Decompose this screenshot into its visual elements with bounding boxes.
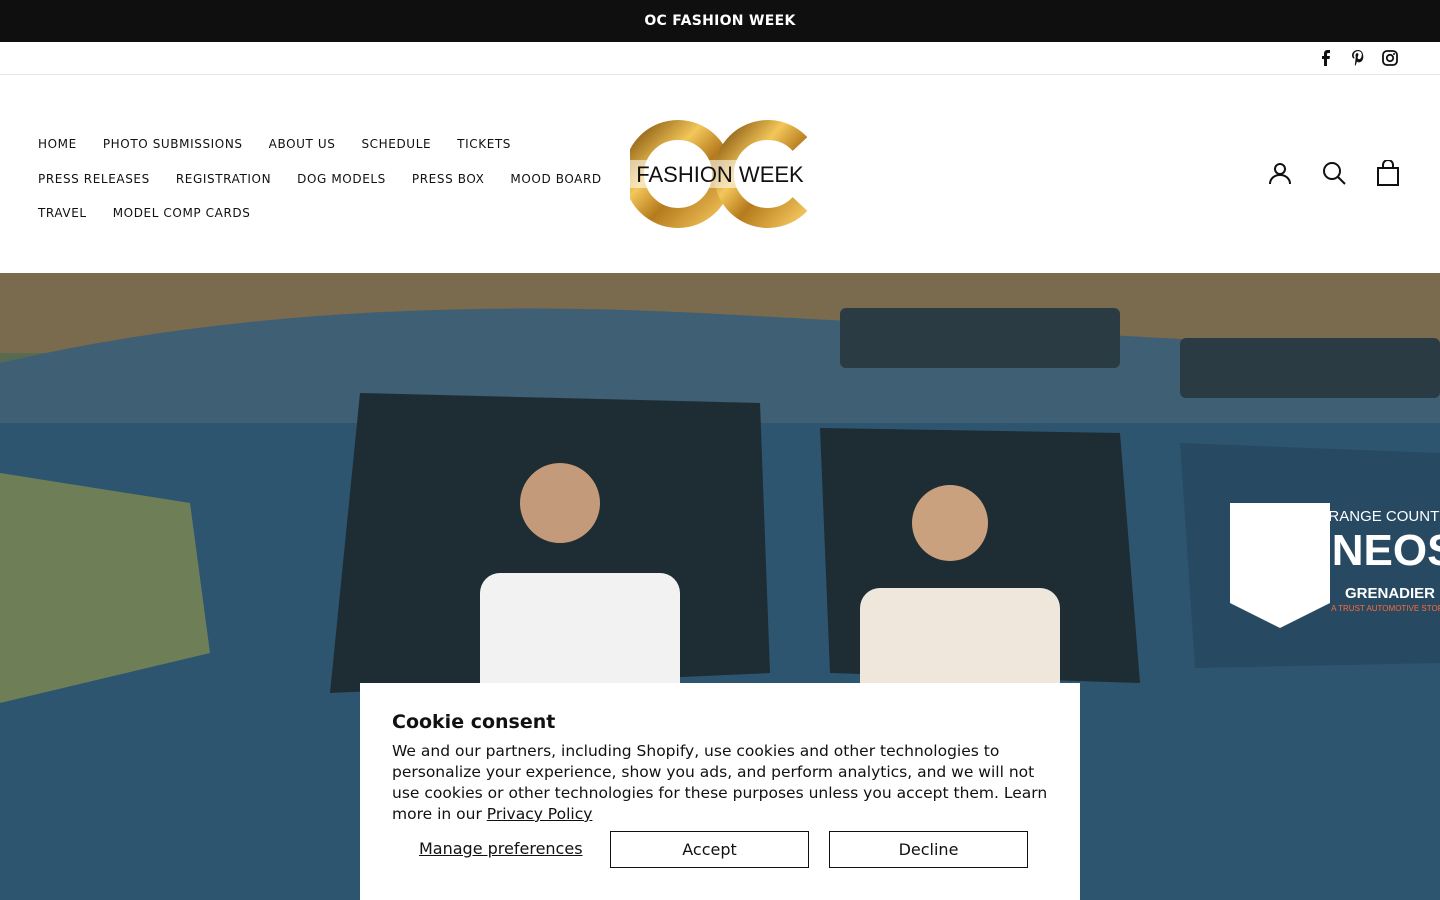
social-toolbar (0, 42, 1440, 75)
nav-item-about-us[interactable]: ABOUT US (269, 137, 336, 151)
oc-fashion-week-logo: FASHION WEEK (624, 120, 810, 228)
announcement-bar: OC FASHION WEEK (0, 0, 1440, 42)
site-header: HOME PHOTO SUBMISSIONS ABOUT US SCHEDULE… (0, 75, 1440, 273)
nav-item-travel[interactable]: TRAVEL (38, 206, 87, 220)
site-logo[interactable]: FASHION WEEK (624, 119, 810, 229)
nav-item-schedule[interactable]: SCHEDULE (361, 137, 431, 151)
nav-row: TRAVEL MODEL COMP CARDS (38, 196, 618, 231)
nav-row: PRESS RELEASES REGISTRATION DOG MODELS P… (38, 162, 618, 197)
privacy-policy-link[interactable]: Privacy Policy (487, 805, 593, 823)
header-actions (1266, 159, 1402, 187)
decline-button[interactable]: Decline (829, 831, 1028, 868)
cookie-actions: Manage preferences Accept Decline (392, 831, 1048, 868)
social-links (1316, 48, 1400, 68)
nav-item-registration[interactable]: REGISTRATION (176, 172, 271, 186)
pinterest-icon (1352, 50, 1364, 66)
search-icon (1323, 162, 1346, 185)
instagram-icon (1382, 50, 1398, 66)
nav-item-photo-submissions[interactable]: PHOTO SUBMISSIONS (103, 137, 243, 151)
nav-item-mood-board[interactable]: MOOD BOARD (510, 172, 601, 186)
vehicle-text-orange-county: ORANGE COUNTY (1317, 508, 1440, 525)
nav-item-tickets[interactable]: TICKETS (457, 137, 511, 151)
facebook-icon (1322, 50, 1330, 66)
nav-item-dog-models[interactable]: DOG MODELS (297, 172, 386, 186)
manage-preferences-button[interactable]: Manage preferences (419, 839, 583, 858)
cookie-title: Cookie consent (392, 711, 556, 733)
announcement-text: OC FASHION WEEK (644, 13, 796, 29)
cart-button[interactable] (1374, 159, 1402, 187)
nav-item-model-comp-cards[interactable]: MODEL COMP CARDS (113, 206, 251, 220)
cookie-description: We and our partners, including Shopify, … (392, 741, 1048, 825)
vehicle-text-grenadier: GRENADIER (1345, 585, 1435, 602)
vehicle-text-ineos: INEOS (1320, 526, 1440, 575)
nav-item-press-box[interactable]: PRESS BOX (412, 172, 485, 186)
account-button[interactable] (1266, 159, 1294, 187)
facebook-link[interactable] (1316, 48, 1336, 68)
nav-row: HOME PHOTO SUBMISSIONS ABOUT US SCHEDULE… (38, 127, 618, 162)
search-button[interactable] (1320, 159, 1348, 187)
instagram-link[interactable] (1380, 48, 1400, 68)
accept-button[interactable]: Accept (610, 831, 809, 868)
cart-icon (1377, 160, 1399, 186)
main-navigation: HOME PHOTO SUBMISSIONS ABOUT US SCHEDULE… (38, 127, 618, 231)
nav-item-home[interactable]: HOME (38, 137, 77, 151)
vehicle-text-dealer: A TRUST AUTOMOTIVE STORE (1331, 604, 1440, 613)
cookie-consent-dialog: Cookie consent We and our partners, incl… (360, 683, 1080, 900)
logo-text: FASHION WEEK (636, 162, 804, 187)
account-icon (1269, 163, 1291, 185)
pinterest-link[interactable] (1348, 48, 1368, 68)
nav-item-press-releases[interactable]: PRESS RELEASES (38, 172, 150, 186)
